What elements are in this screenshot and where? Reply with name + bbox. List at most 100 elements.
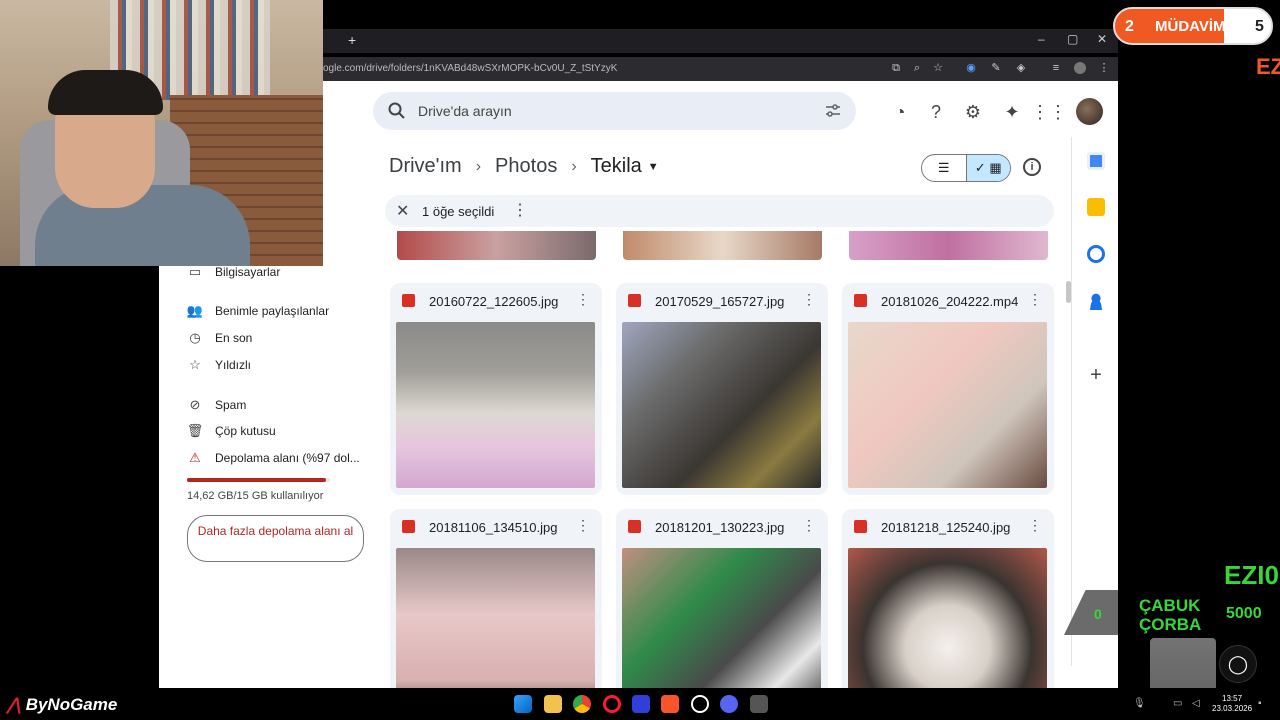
- sidebar-item-spam[interactable]: ⊘ Spam: [187, 397, 247, 413]
- search-icon: [388, 102, 405, 119]
- mudavim-label: MÜDAVİM: [1155, 18, 1226, 35]
- ez-text-bottom: EZI0: [1224, 560, 1279, 590]
- file-card[interactable]: 20181218_125240.jpg ⋮: [842, 509, 1054, 688]
- maximize-icon[interactable]: ▢: [1067, 32, 1078, 46]
- file-card[interactable]: 20160722_122605.jpg ⋮: [390, 283, 602, 495]
- notification-icon[interactable]: ▪: [1258, 698, 1262, 709]
- close-window-icon[interactable]: ✕: [1097, 32, 1107, 46]
- file-menu-icon[interactable]: ⋮: [802, 517, 816, 534]
- profile-icon[interactable]: [1074, 62, 1086, 74]
- grid-view-icon[interactable]: ✓ ▦: [965, 155, 1010, 181]
- file-menu-icon[interactable]: ⋮: [576, 291, 590, 308]
- windows-start-icon[interactable]: [514, 695, 532, 713]
- system-clock[interactable]: 13:57 23.03.2026: [1212, 694, 1252, 714]
- file-card[interactable]: 20181026_204222.mp4 ⋮: [842, 283, 1054, 495]
- help-icon[interactable]: ?: [925, 101, 947, 123]
- breadcrumb-current-folder[interactable]: Tekila: [591, 155, 642, 178]
- bookmark-star-icon[interactable]: ☆: [932, 62, 944, 74]
- file-thumbnail[interactable]: [622, 548, 821, 688]
- sidebar-item-label: Benimle paylaşılanlar: [215, 304, 330, 318]
- add-app-icon[interactable]: +: [1087, 365, 1105, 385]
- file-card[interactable]: 20181106_134510.jpg ⋮: [390, 509, 602, 688]
- taskbar: ⋀ ByNoGame 🎙 ▭ ◁ 13:57 23.03.2026 ▪: [0, 688, 1280, 720]
- apps-grid-icon[interactable]: ⋮⋮: [1031, 101, 1067, 123]
- file-menu-icon[interactable]: ⋮: [1028, 517, 1042, 534]
- offline-status-icon[interactable]: ◔: [889, 101, 911, 123]
- chat-bubble-icon: ◯: [1219, 645, 1257, 683]
- discord-icon[interactable]: [720, 695, 738, 713]
- pen-icon[interactable]: ✎: [990, 62, 1002, 74]
- network-icon[interactable]: ▭: [1173, 698, 1182, 709]
- breadcrumb-my-drive[interactable]: Drive'ım: [389, 155, 462, 178]
- list-view-icon[interactable]: ☰: [922, 155, 966, 181]
- zoom-icon[interactable]: ⌕: [911, 62, 923, 74]
- contacts-icon[interactable]: [1087, 292, 1105, 310]
- sidebar-item-label: Bilgisayarlar: [215, 265, 281, 279]
- search-input[interactable]: Drive'da arayın: [418, 103, 512, 119]
- new-tab-button[interactable]: +: [348, 32, 356, 48]
- calendar-icon[interactable]: [1087, 152, 1105, 170]
- browser-menu-icon[interactable]: ⋮: [1098, 62, 1110, 74]
- file-menu-icon[interactable]: ⋮: [576, 517, 590, 534]
- sidebar-item-recent[interactable]: ◷ En son: [187, 330, 252, 346]
- extension-icon[interactable]: ◉: [965, 62, 977, 74]
- app-icon[interactable]: [632, 695, 650, 713]
- clear-selection-icon[interactable]: ✕: [396, 201, 409, 221]
- sidebar-item-storage[interactable]: ⚠ Depolama alanı (%97 dol...: [187, 450, 360, 466]
- file-name: 20181106_134510.jpg: [429, 520, 558, 535]
- file-name: 20181026_204222.mp4: [881, 294, 1019, 309]
- file-card[interactable]: 20181201_130223.jpg ⋮: [616, 509, 828, 688]
- chrome-icon[interactable]: [573, 695, 591, 713]
- url-text[interactable]: ogle.com/drive/folders/1nKVABd48wSXrMOPK…: [323, 63, 617, 74]
- file-explorer-icon[interactable]: [544, 695, 562, 713]
- get-more-storage-button[interactable]: Daha fazla depolama alanı al: [187, 515, 364, 562]
- search-bar[interactable]: Drive'da arayın: [373, 92, 856, 130]
- address-bar[interactable]: ogle.com/drive/folders/1nKVABd48wSXrMOPK…: [323, 57, 1118, 81]
- account-avatar[interactable]: [1076, 98, 1103, 125]
- more-actions-icon[interactable]: ⋮: [512, 200, 528, 220]
- sidebar-item-starred[interactable]: ☆ Yıldızlı: [187, 357, 251, 373]
- clock-date: 23.03.2026: [1212, 704, 1253, 713]
- volume-icon[interactable]: ◁: [1192, 698, 1200, 709]
- file-thumbnail[interactable]: [849, 231, 1048, 260]
- media-icon[interactable]: ≡: [1050, 62, 1062, 74]
- file-card[interactable]: 20170529_165727.jpg ⋮: [616, 283, 828, 495]
- computer-icon: ▭: [188, 264, 202, 279]
- file-thumbnail[interactable]: [848, 322, 1047, 488]
- gemini-spark-icon[interactable]: ✦: [1001, 101, 1023, 123]
- file-menu-icon[interactable]: ⋮: [1028, 291, 1042, 308]
- chatgpt-icon[interactable]: [691, 695, 709, 713]
- sidebar-item-trash[interactable]: 🗑 Çöp kutusu: [187, 423, 276, 439]
- file-thumbnail[interactable]: [396, 322, 595, 488]
- file-thumbnail[interactable]: [396, 548, 595, 688]
- opera-icon[interactable]: [603, 695, 621, 713]
- sidebar-item-shared[interactable]: 👥 Benimle paylaşılanlar: [187, 303, 329, 319]
- file-menu-icon[interactable]: ⋮: [802, 291, 816, 308]
- sidebar-item-computers[interactable]: ▭ Bilgisayarlar: [187, 264, 281, 280]
- file-thumbnail[interactable]: [623, 231, 822, 260]
- view-toggle[interactable]: ☰ ✓ ▦: [921, 154, 1011, 182]
- minimize-icon[interactable]: –: [1038, 32, 1045, 46]
- file-name: 20170529_165727.jpg: [655, 294, 785, 309]
- dropdown-caret-icon[interactable]: ▼: [648, 161, 659, 173]
- settings-gear-icon[interactable]: ⚙: [962, 101, 984, 123]
- image-file-icon: [402, 520, 415, 533]
- brave-icon[interactable]: [661, 695, 679, 713]
- file-thumbnail[interactable]: [622, 322, 821, 488]
- app-icon[interactable]: [750, 695, 768, 713]
- puzzle-icon[interactable]: ◈: [1015, 62, 1027, 74]
- tasks-icon[interactable]: [1087, 245, 1105, 263]
- sidebar-item-label: En son: [215, 331, 253, 345]
- breadcrumb-photos[interactable]: Photos: [495, 155, 557, 178]
- webcam-overlay: [0, 0, 323, 266]
- search-options-icon[interactable]: [824, 102, 842, 120]
- file-name: 20181201_130223.jpg: [655, 520, 785, 535]
- mic-icon[interactable]: 🎙: [1133, 698, 1146, 709]
- info-icon[interactable]: i: [1023, 158, 1041, 176]
- file-thumbnail[interactable]: [848, 548, 1047, 688]
- keep-icon[interactable]: [1087, 198, 1105, 216]
- counter-value: 0: [1094, 606, 1102, 622]
- install-icon[interactable]: ⧉: [890, 62, 902, 74]
- file-thumbnail[interactable]: [397, 231, 596, 260]
- star-icon: ☆: [189, 357, 201, 372]
